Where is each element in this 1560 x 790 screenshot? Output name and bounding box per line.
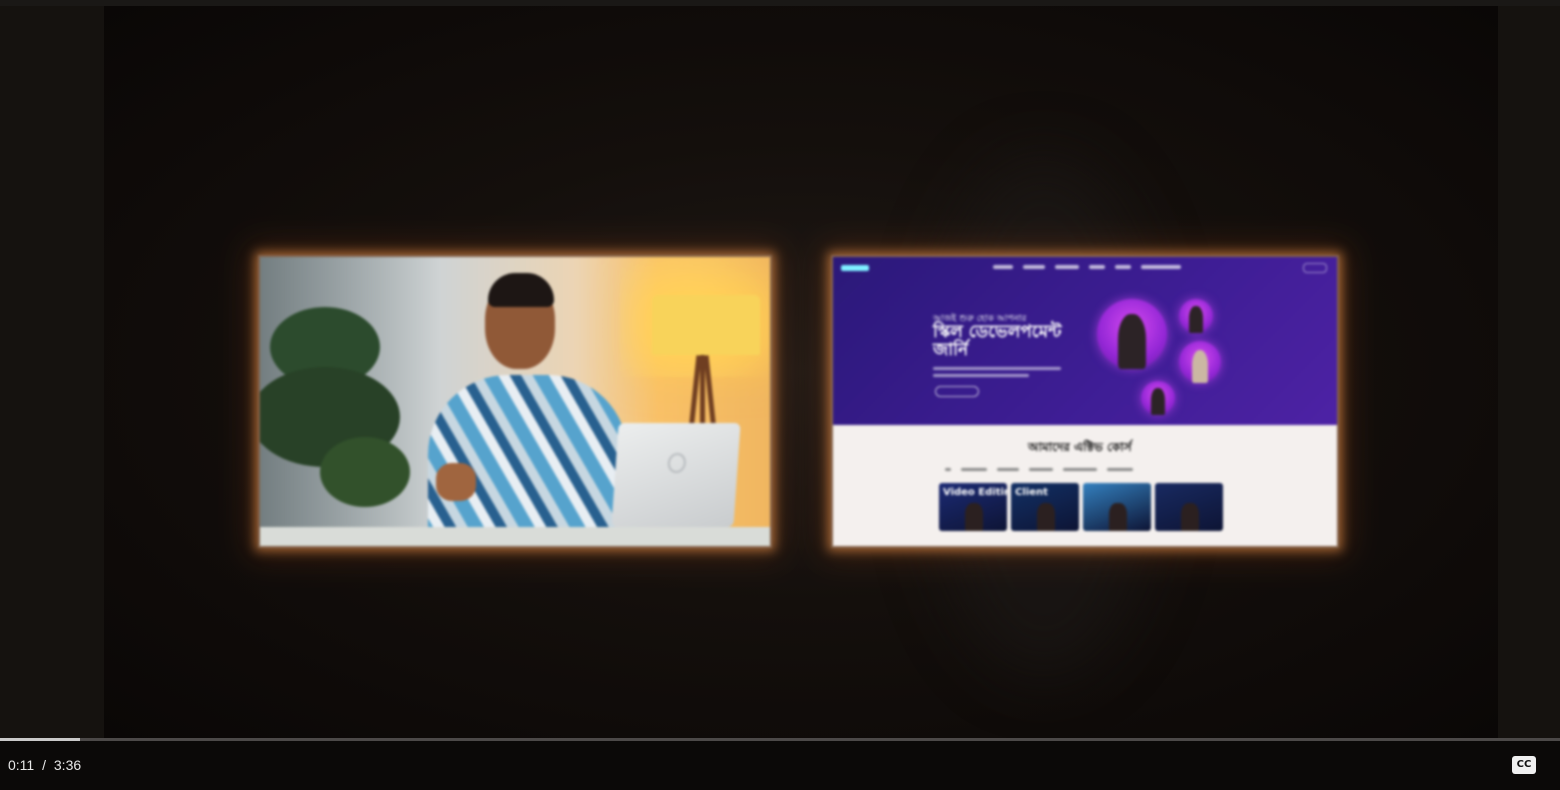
instructor-avatar — [1141, 381, 1175, 415]
desk — [260, 527, 770, 546]
course-cards: Video Editing Client — [939, 483, 1223, 531]
laptop-logo-icon — [667, 453, 687, 473]
video-player[interactable]: আজই শুরু হোক আপনার স্কিল ডেভেলপমেন্ট জার… — [0, 0, 1560, 790]
courses-section-title: আমাদের এক্টিভ কোর্স — [1028, 440, 1132, 454]
letterbox-left — [0, 6, 104, 738]
instructor-avatar — [1097, 299, 1167, 369]
course-card — [1155, 483, 1223, 531]
person-hand — [436, 463, 476, 501]
hero-description-line — [933, 367, 1061, 370]
person-shirt — [428, 375, 628, 546]
closed-captions-button[interactable]: CC — [1512, 756, 1536, 774]
course-card-presenter — [1109, 503, 1127, 531]
course-card-presenter — [1037, 503, 1055, 531]
duration: 3:36 — [53, 757, 82, 773]
current-time: 0:11 — [8, 757, 35, 773]
website-nav — [993, 265, 1181, 269]
course-card — [1083, 483, 1151, 531]
hero-cta-button — [935, 386, 979, 397]
time-separator: / — [42, 757, 46, 773]
website-hero: আজই শুরু হোক আপনার স্কিল ডেভেলপমেন্ট জার… — [833, 257, 1337, 425]
course-card-label: Client — [1015, 487, 1048, 498]
floor-lamp — [652, 295, 760, 355]
video-frame[interactable]: আজই শুরু হোক আপনার স্কিল ডেভেলপমেন্ট জার… — [104, 6, 1498, 738]
letterbox-right — [1498, 6, 1560, 738]
instructor-avatar — [1179, 299, 1213, 333]
laptop — [611, 423, 741, 527]
course-card: Client — [1011, 483, 1079, 531]
video-panel-person — [258, 255, 772, 548]
course-card-label: Video Editing — [943, 487, 1007, 498]
course-card-presenter — [1181, 503, 1199, 531]
course-card: Video Editing — [939, 483, 1007, 531]
website-courses-section: আমাদের এক্টিভ কোর্স Video Editing Client — [833, 425, 1337, 546]
website-nav-button — [1303, 263, 1327, 273]
course-card-presenter — [965, 503, 983, 531]
website-logo — [841, 265, 869, 271]
player-controls: 0:11 / 3:36 CC — [0, 741, 1560, 790]
hero-description-line — [933, 374, 1029, 377]
hero-title: স্কিল ডেভেলপমেন্ট জার্নি — [933, 322, 1062, 360]
video-panel-website: আজই শুরু হোক আপনার স্কিল ডেভেলপমেন্ট জার… — [831, 255, 1339, 548]
course-filter-tabs — [945, 468, 1133, 471]
instructor-avatar — [1179, 341, 1221, 383]
time-display: 0:11 / 3:36 — [8, 757, 81, 773]
plant-leaves-bottom — [320, 437, 410, 507]
